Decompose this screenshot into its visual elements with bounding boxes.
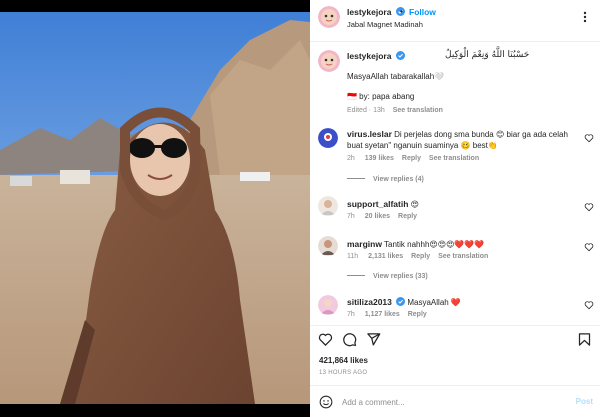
view-replies-button[interactable]: View replies (4)	[347, 176, 424, 183]
view-replies-label[interactable]: View replies (4)	[373, 176, 424, 183]
commenter-username[interactable]: virus.leslar	[347, 129, 392, 139]
comment-body: MasyaAllah ❤️	[407, 298, 461, 307]
caption-arabic-text: حَسْبُنَا اللَّهُ وَنِعْمَ الْوَكِيلُ	[445, 50, 530, 60]
comment-icon[interactable]	[342, 332, 357, 347]
comment-likes[interactable]: 1,127 likes	[365, 311, 400, 318]
comment-text-1: virus.leslar Di perjelas dong sma bunda …	[347, 129, 568, 139]
photo-illustration	[0, 0, 310, 417]
caption-username[interactable]: lestykejora	[347, 51, 405, 61]
comment-reply-button[interactable]: Reply	[398, 213, 417, 220]
comment-composer: Post	[310, 385, 600, 417]
caption-meta: Edited · 13h See translation	[347, 107, 443, 114]
comments-scroll-area[interactable]: lestykejora حَسْبُنَا اللَّهُ وَنِعْمَ ا…	[310, 42, 600, 325]
caption-line-1: MasyaAllah tabarakallah🤍	[347, 72, 445, 81]
post-location[interactable]: Jabal Magnet Madinah	[347, 20, 423, 29]
likes-count[interactable]: 421,864 likes	[319, 356, 368, 365]
post-actions: 421,864 likes 13 HOURS AGO	[310, 325, 600, 385]
comment-text-1: sitiliza2013 MasyaAllah ❤️	[347, 297, 461, 307]
caption-time: Edited · 13h	[347, 107, 385, 114]
comment-reply-button[interactable]: Reply	[408, 311, 427, 318]
caption-avatar[interactable]	[318, 50, 340, 72]
comment-meta: 7h 1,127 likes Reply	[347, 311, 427, 318]
view-replies-button[interactable]: View replies (33)	[347, 273, 428, 280]
verified-badge-icon	[396, 297, 406, 306]
comment-time: 7h	[347, 213, 355, 220]
comment-body: Di perjelas dong sma bunda 😊 biar ga ada…	[394, 130, 568, 139]
comment-input[interactable]	[342, 392, 562, 412]
commenter-avatar[interactable]	[318, 236, 338, 256]
post-photo[interactable]	[0, 0, 310, 417]
comment-time: 11h	[347, 253, 359, 260]
post-panel: lestykejora • Follow Jabal Magnet Madina…	[310, 0, 600, 417]
comment-meta: 7h 20 likes Reply	[347, 213, 417, 220]
like-post-icon[interactable]	[318, 332, 333, 347]
emoji-icon[interactable]	[319, 395, 333, 409]
comment-text-1: support_alfatih 😍	[347, 199, 419, 209]
comment-body: Tantik nahhh😍😍😍❤️❤️❤️	[384, 240, 485, 249]
like-heart-icon[interactable]	[584, 300, 594, 310]
like-heart-icon[interactable]	[584, 242, 594, 252]
commenter-username[interactable]: sitiliza2013	[347, 297, 392, 307]
author-username[interactable]: lestykejora	[347, 7, 405, 17]
comment-likes[interactable]: 2,131 likes	[368, 253, 403, 260]
caption-line-2: 🇮🇩 by: papa abang	[347, 92, 415, 101]
comment-time: 2h	[347, 155, 355, 162]
caption-username-text[interactable]: lestykejora	[347, 51, 391, 61]
caption-see-translation[interactable]: See translation	[393, 107, 443, 114]
comment-time: 7h	[347, 311, 355, 318]
commenter-username[interactable]: support_alfatih	[347, 199, 408, 209]
post-header: lestykejora • Follow Jabal Magnet Madina…	[310, 0, 600, 42]
like-heart-icon[interactable]	[584, 133, 594, 143]
comment-see-translation[interactable]: See translation	[438, 253, 488, 260]
comment-likes[interactable]: 139 likes	[365, 155, 394, 162]
comment-body: 😍	[410, 200, 419, 209]
comment-likes[interactable]: 20 likes	[365, 213, 390, 220]
comment-see-translation[interactable]: See translation	[429, 155, 479, 162]
bookmark-icon[interactable]	[577, 332, 592, 347]
commenter-username[interactable]: marginw	[347, 239, 382, 249]
commenter-avatar[interactable]	[318, 196, 338, 216]
commenter-avatar[interactable]	[318, 128, 338, 148]
separator-dot: •	[400, 7, 403, 16]
verified-badge-icon	[395, 51, 405, 60]
comment-text-2: buat syetan" nganuin suaminya 🥴 best👏	[347, 141, 498, 150]
comment-meta: 11h 2,131 likes Reply See translation	[347, 253, 488, 260]
comment-reply-button[interactable]: Reply	[402, 155, 421, 162]
follow-button[interactable]: Follow	[409, 7, 436, 17]
like-heart-icon[interactable]	[584, 202, 594, 212]
comment-reply-button[interactable]: Reply	[411, 253, 430, 260]
comment-meta: 2h 139 likes Reply See translation	[347, 155, 479, 162]
post-timestamp[interactable]: 13 HOURS AGO	[319, 370, 367, 376]
comment-text-1: marginw Tantik nahhh😍😍😍❤️❤️❤️	[347, 239, 484, 249]
share-icon[interactable]	[366, 332, 381, 347]
more-options-icon[interactable]	[578, 10, 592, 24]
author-avatar[interactable]	[318, 6, 340, 28]
author-username-text[interactable]: lestykejora	[347, 7, 391, 17]
view-replies-label[interactable]: View replies (33)	[373, 273, 428, 280]
commenter-avatar[interactable]	[318, 295, 338, 315]
post-comment-button[interactable]: Post	[576, 397, 593, 406]
